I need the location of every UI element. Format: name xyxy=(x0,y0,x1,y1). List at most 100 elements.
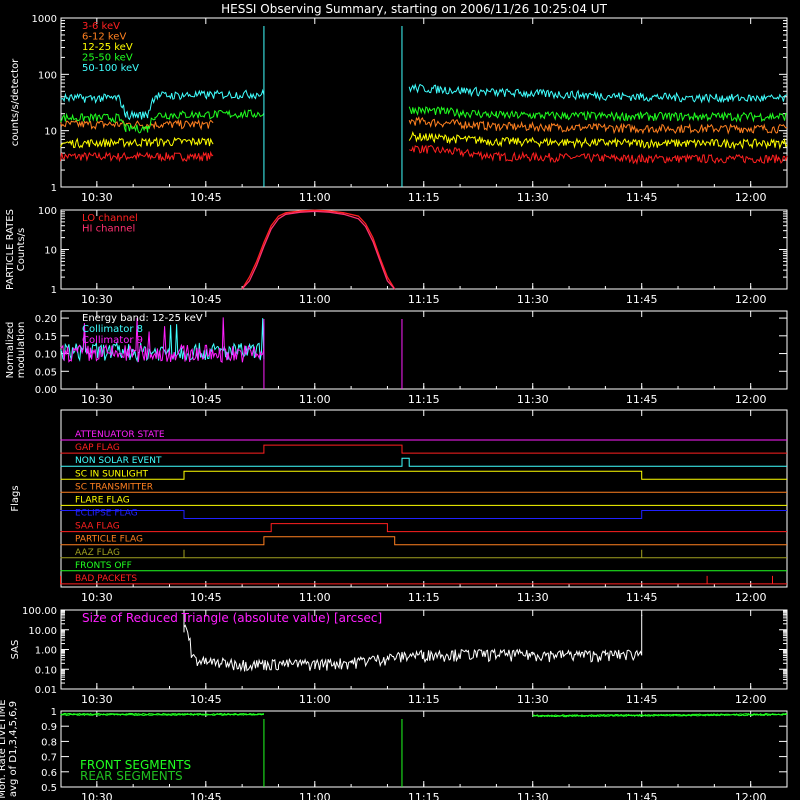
y-tick-label: 10 xyxy=(44,127,57,138)
y-axis-label: Flags xyxy=(10,485,21,511)
x-tick-label: 11:45 xyxy=(626,293,658,306)
y-axis-label-line: Normalized xyxy=(5,322,16,379)
y-tick-label: 0.5 xyxy=(41,783,57,794)
y-tick-label: 100 xyxy=(38,206,57,217)
flag-label: AAZ FLAG xyxy=(75,548,120,558)
legend-entry: HI channel xyxy=(82,224,135,235)
x-tick-label: 11:30 xyxy=(517,693,549,706)
y-axis-label: SAS xyxy=(10,640,21,660)
x-tick-label: 11:30 xyxy=(517,791,549,800)
x-tick-label: 10:45 xyxy=(190,393,222,406)
y-tick-label: 1 xyxy=(51,285,57,296)
x-tick-label: 11:00 xyxy=(299,293,331,306)
flag-label: NON SOLAR EVENT xyxy=(75,456,162,466)
x-tick-label: 10:30 xyxy=(81,791,113,800)
x-tick-label: 11:45 xyxy=(626,693,658,706)
y-tick-label: 0.15 xyxy=(35,332,57,343)
y-axis-label-line: avg of D1,3,4,5,6,9 xyxy=(8,701,19,797)
legend-entry: LO channel xyxy=(82,213,138,224)
y-axis-label-line: Counts/s xyxy=(16,228,27,272)
flag-label: GAP FLAG xyxy=(75,443,120,453)
x-tick-label: 12:00 xyxy=(735,693,767,706)
flag-label: SAA FLAG xyxy=(75,522,120,532)
y-axis-label: counts/s/detector xyxy=(10,58,21,146)
x-tick-label: 10:45 xyxy=(190,293,222,306)
x-tick-label: 11:00 xyxy=(299,191,331,204)
y-tick-label: 10 xyxy=(44,246,57,257)
x-tick-label: 11:15 xyxy=(408,191,440,204)
x-tick-label: 11:45 xyxy=(626,791,658,800)
x-tick-label: 11:15 xyxy=(408,393,440,406)
y-tick-label: 1000 xyxy=(32,14,57,25)
annotation: Size of Reduced Triangle (absolute value… xyxy=(82,611,382,625)
y-tick-label: 100.00 xyxy=(22,606,57,617)
x-tick-label: 11:00 xyxy=(299,393,331,406)
y-tick-label: 1 xyxy=(51,707,57,718)
x-tick-label: 11:15 xyxy=(408,791,440,800)
x-tick-label: 12:00 xyxy=(735,791,767,800)
legend-entry: 3-6 keV xyxy=(82,21,120,32)
x-tick-label: 11:45 xyxy=(626,591,658,604)
y-axis-label-line: Mon. Rate LIVETIME xyxy=(0,699,8,798)
y-tick-label: 10.00 xyxy=(28,626,57,637)
legend-entry: 50-100 keV xyxy=(82,63,139,74)
x-tick-label: 10:45 xyxy=(190,791,222,800)
legend-entry: Collimator 9 xyxy=(82,335,143,346)
flag-label: FLARE FLAG xyxy=(75,495,130,505)
legend-entry: 25-50 keV xyxy=(82,53,133,64)
x-tick-label: 11:15 xyxy=(408,591,440,604)
x-tick-label: 10:30 xyxy=(81,693,113,706)
x-tick-label: 11:45 xyxy=(626,393,658,406)
legend-entry: Collimator 8 xyxy=(82,324,143,335)
flag-label: SC IN SUNLIGHT xyxy=(75,469,149,479)
y-tick-label: 0.01 xyxy=(35,685,57,696)
x-tick-label: 11:00 xyxy=(299,591,331,604)
flag-label: PARTICLE FLAG xyxy=(75,535,143,545)
x-tick-label: 11:30 xyxy=(517,591,549,604)
flag-label: ATTENUATOR STATE xyxy=(75,430,165,440)
y-tick-label: 0.8 xyxy=(41,737,57,748)
x-tick-label: 11:45 xyxy=(626,191,658,204)
y-axis-label-line: PARTICLE RATES xyxy=(5,209,16,290)
x-tick-label: 12:00 xyxy=(735,191,767,204)
y-tick-label: 0.9 xyxy=(41,722,57,733)
y-tick-label: 1 xyxy=(51,183,57,194)
hessi-observing-summary: HESSI Observing Summary, starting on 200… xyxy=(0,0,800,800)
x-tick-label: 12:00 xyxy=(735,393,767,406)
x-tick-label: 10:30 xyxy=(81,393,113,406)
y-tick-label: 0.20 xyxy=(35,314,57,325)
legend-entry: REAR SEGMENTS xyxy=(80,769,183,783)
x-tick-label: 11:00 xyxy=(299,791,331,800)
legend-entry: 6-12 keV xyxy=(82,32,126,43)
flag-label: BAD PACKETS xyxy=(75,574,137,584)
flag-label: FRONTS OFF xyxy=(75,561,132,571)
x-tick-label: 11:30 xyxy=(517,393,549,406)
x-tick-label: 11:30 xyxy=(517,293,549,306)
legend-entry: 12-25 keV xyxy=(82,42,133,53)
x-tick-label: 11:00 xyxy=(299,693,331,706)
x-tick-label: 12:00 xyxy=(735,293,767,306)
y-tick-label: 0.10 xyxy=(35,665,57,676)
y-tick-label: 0.05 xyxy=(35,367,57,378)
y-tick-label: 100 xyxy=(38,70,57,81)
x-tick-label: 10:30 xyxy=(81,591,113,604)
x-tick-label: 10:30 xyxy=(81,293,113,306)
flag-label: ECLIPSE FLAG xyxy=(75,509,138,519)
y-tick-label: 1.00 xyxy=(35,646,57,657)
y-axis-label-line: modulation xyxy=(16,322,27,379)
x-tick-label: 10:45 xyxy=(190,591,222,604)
x-tick-label: 11:30 xyxy=(517,191,549,204)
y-tick-label: 0.00 xyxy=(35,385,57,396)
flag-label: SC TRANSMITTER xyxy=(75,482,153,492)
x-tick-label: 10:30 xyxy=(81,191,113,204)
x-tick-label: 12:00 xyxy=(735,591,767,604)
y-tick-label: 0.10 xyxy=(35,350,57,361)
x-tick-label: 10:45 xyxy=(190,693,222,706)
annotation: Energy band: 12-25 keV xyxy=(82,313,203,324)
chart-title: HESSI Observing Summary, starting on 200… xyxy=(221,2,607,16)
y-axis-label: Normalizedmodulation xyxy=(5,322,27,379)
y-tick-label: 0.7 xyxy=(41,753,57,764)
x-tick-label: 11:15 xyxy=(408,293,440,306)
y-axis-label: Mon. Rate LIVETIMEavg of D1,3,4,5,6,9 xyxy=(0,699,19,798)
x-tick-label: 11:15 xyxy=(408,693,440,706)
